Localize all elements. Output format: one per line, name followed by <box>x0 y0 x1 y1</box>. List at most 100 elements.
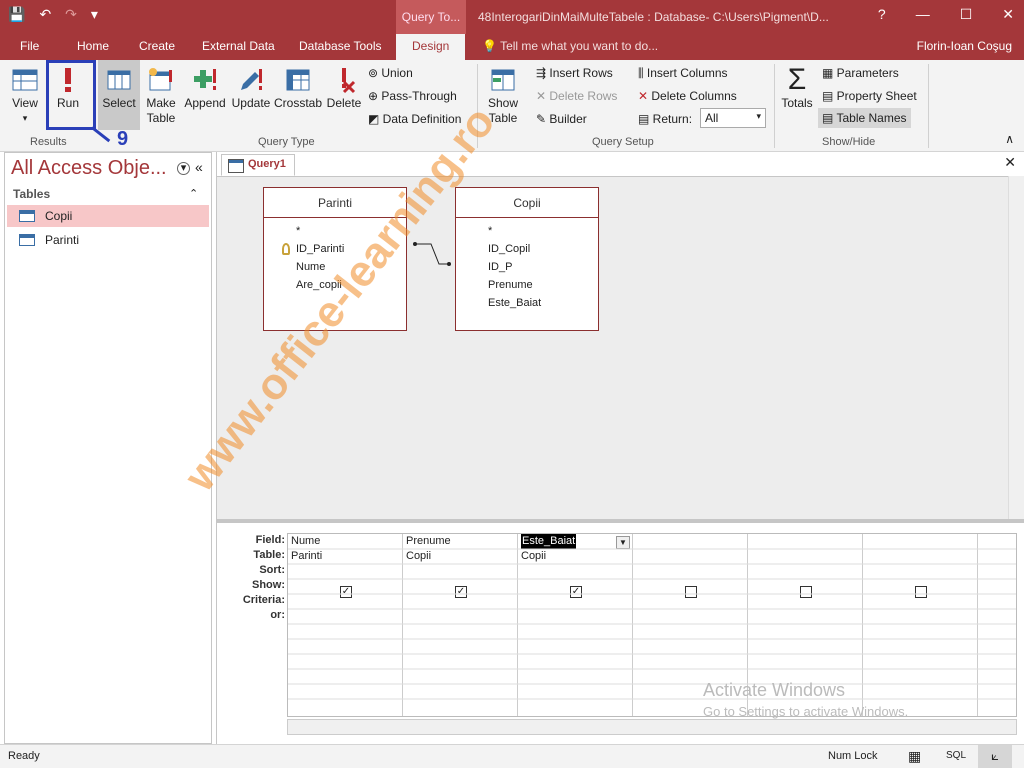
help-button[interactable]: ? <box>878 6 886 23</box>
union-icon: ⊚ <box>368 66 382 80</box>
tab-query1[interactable]: Query1 <box>221 154 295 176</box>
globe-icon: ⊕ <box>368 89 382 103</box>
tab-design[interactable]: Design <box>396 34 466 60</box>
nav-item-copii[interactable]: Copii <box>7 205 209 227</box>
sigma-icon: Σ <box>787 63 807 96</box>
parameters-icon: ▦ <box>822 66 837 80</box>
collapse-ribbon-button[interactable]: ∧ <box>1005 132 1014 146</box>
insert-rows-icon: ⇶ <box>536 66 550 80</box>
nav-dropdown-icon[interactable]: ▾ <box>177 162 190 175</box>
undo-icon[interactable]: ↶ <box>39 6 51 23</box>
field-list-copii[interactable]: Copii * ID_Copil ID_P Prenume Este_Baiat <box>455 187 599 331</box>
nav-section-tables[interactable]: Tables <box>13 187 50 201</box>
field-item-primary-key[interactable]: ID_Parinti <box>264 240 406 258</box>
property-sheet-button[interactable]: ▤ Property Sheet <box>822 89 917 103</box>
nav-title[interactable]: All Access Obje... <box>11 157 167 180</box>
tab-create[interactable]: Create <box>139 39 175 53</box>
data-definition-label: Data Definition <box>382 112 462 126</box>
row-label-show: Show: <box>252 579 285 591</box>
totals-button[interactable]: Σ Totals <box>778 63 816 111</box>
group-results-label: Results <box>30 136 67 148</box>
ribbon: View ▾ Run Select Make Table Append Updat… <box>0 60 1024 152</box>
close-button[interactable]: ✕ <box>1002 6 1014 23</box>
close-icon[interactable]: ✕ <box>1004 154 1016 171</box>
field-item[interactable]: * <box>456 222 598 240</box>
key-icon <box>282 243 290 255</box>
tell-me-text: Tell me what you want to do... <box>500 39 659 53</box>
field-item[interactable]: Este_Baiat <box>456 294 598 312</box>
nav-item-label: Parinti <box>45 233 80 247</box>
save-icon[interactable]: 💾 <box>8 6 25 23</box>
update-button[interactable]: Update <box>230 66 272 110</box>
sql-view-button[interactable]: SQL <box>946 750 966 761</box>
delete-label: Delete <box>326 96 362 110</box>
view-label: View <box>12 96 38 110</box>
num-lock-indicator: Num Lock <box>828 750 878 762</box>
field-item[interactable]: Prenume <box>456 276 598 294</box>
delete-query-button[interactable]: Delete <box>326 66 362 110</box>
totals-label: Totals <box>781 96 813 110</box>
show-table-button[interactable]: Show Table <box>484 66 522 126</box>
table-names-button[interactable]: ▤ Table Names <box>818 108 911 128</box>
data-definition-icon: ◩ <box>368 112 383 126</box>
grid-row-labels: Field: Table: Sort: Show: Criteria: or: <box>217 533 285 623</box>
tab-database-tools[interactable]: Database Tools <box>299 39 382 53</box>
minimize-button[interactable]: — <box>916 6 930 23</box>
tell-me-search[interactable]: 💡 Tell me what you want to do... <box>482 39 658 53</box>
pass-through-button[interactable]: ⊕ Pass-Through <box>368 89 457 103</box>
document-title: 48InterogariDinMaiMulteTabele : Database… <box>478 10 829 24</box>
group-show-hide-label: Show/Hide <box>822 136 876 148</box>
builder-button[interactable]: ✎ Builder <box>536 112 587 126</box>
append-plus-icon <box>194 69 216 90</box>
insert-rows-label: Insert Rows <box>549 66 613 80</box>
grid-horizontal-scrollbar[interactable] <box>287 719 1017 735</box>
field-list-parinti[interactable]: Parinti * ID_Parinti Nume Are_copii <box>263 187 407 331</box>
shutter-bar-icon[interactable]: « <box>195 159 203 175</box>
select-button[interactable]: Select <box>98 60 140 130</box>
customize-qat-icon[interactable]: ▾ <box>91 6 98 23</box>
table-pane[interactable]: Parinti * ID_Parinti Nume Are_copii Copi… <box>217 176 1009 543</box>
nav-item-label: Copii <box>45 209 73 223</box>
table-pane-vertical-scrollbar[interactable] <box>1008 176 1024 526</box>
field-item[interactable]: Nume <box>264 258 406 276</box>
field-item[interactable]: * <box>264 222 406 240</box>
return-dropdown[interactable]: All ▾ <box>700 108 766 128</box>
parameters-button[interactable]: ▦ Parameters <box>822 66 899 80</box>
relationship-line[interactable] <box>407 237 457 277</box>
nav-item-parinti[interactable]: Parinti <box>7 229 209 251</box>
tab-home[interactable]: Home <box>77 39 109 53</box>
field-list-title[interactable]: Copii <box>456 188 598 218</box>
insert-columns-button[interactable]: ⫼ Insert Columns <box>638 66 728 81</box>
delete-rows-icon: ✕ <box>536 89 550 103</box>
ribbon-separator <box>928 64 929 148</box>
collapse-section-icon[interactable]: ⌃ <box>189 187 198 200</box>
union-button[interactable]: ⊚ Union <box>368 66 413 80</box>
select-label: Select <box>102 96 136 110</box>
tab-external-data[interactable]: External Data <box>202 39 275 53</box>
pass-through-label: Pass-Through <box>381 89 457 103</box>
delete-columns-button[interactable]: ✕ Delete Columns <box>638 89 737 103</box>
run-highlight-box <box>46 60 96 130</box>
status-text: Ready <box>8 750 40 762</box>
datasheet-view-icon[interactable]: ▦ <box>908 748 921 765</box>
row-label-table: Table: <box>253 549 285 561</box>
crosstab-button[interactable]: Crosstab <box>274 66 322 110</box>
append-button[interactable]: Append <box>184 66 226 110</box>
view-button[interactable]: View ▾ <box>8 66 42 124</box>
maximize-button[interactable]: ☐ <box>960 6 973 23</box>
field-item[interactable]: ID_P <box>456 258 598 276</box>
activate-windows-subtitle: Go to Settings to activate Windows. <box>703 704 909 719</box>
activate-windows-title: Activate Windows <box>703 680 846 700</box>
data-definition-button[interactable]: ◩ Data Definition <box>368 112 461 126</box>
return-label: Return: <box>652 112 693 126</box>
field-item[interactable]: Are_copii <box>264 276 406 294</box>
make-table-button[interactable]: Make Table <box>144 66 178 126</box>
delete-rows-button[interactable]: ✕ Delete Rows <box>536 89 617 103</box>
field-list-title[interactable]: Parinti <box>264 188 406 218</box>
redo-icon[interactable]: ↷ <box>65 6 77 23</box>
insert-rows-button[interactable]: ⇶ Insert Rows <box>536 66 613 80</box>
select-query-icon <box>107 70 131 90</box>
design-view-icon[interactable]: ⟀ <box>978 745 1012 768</box>
field-item[interactable]: ID_Copil <box>456 240 598 258</box>
tab-file[interactable]: File <box>20 39 39 53</box>
